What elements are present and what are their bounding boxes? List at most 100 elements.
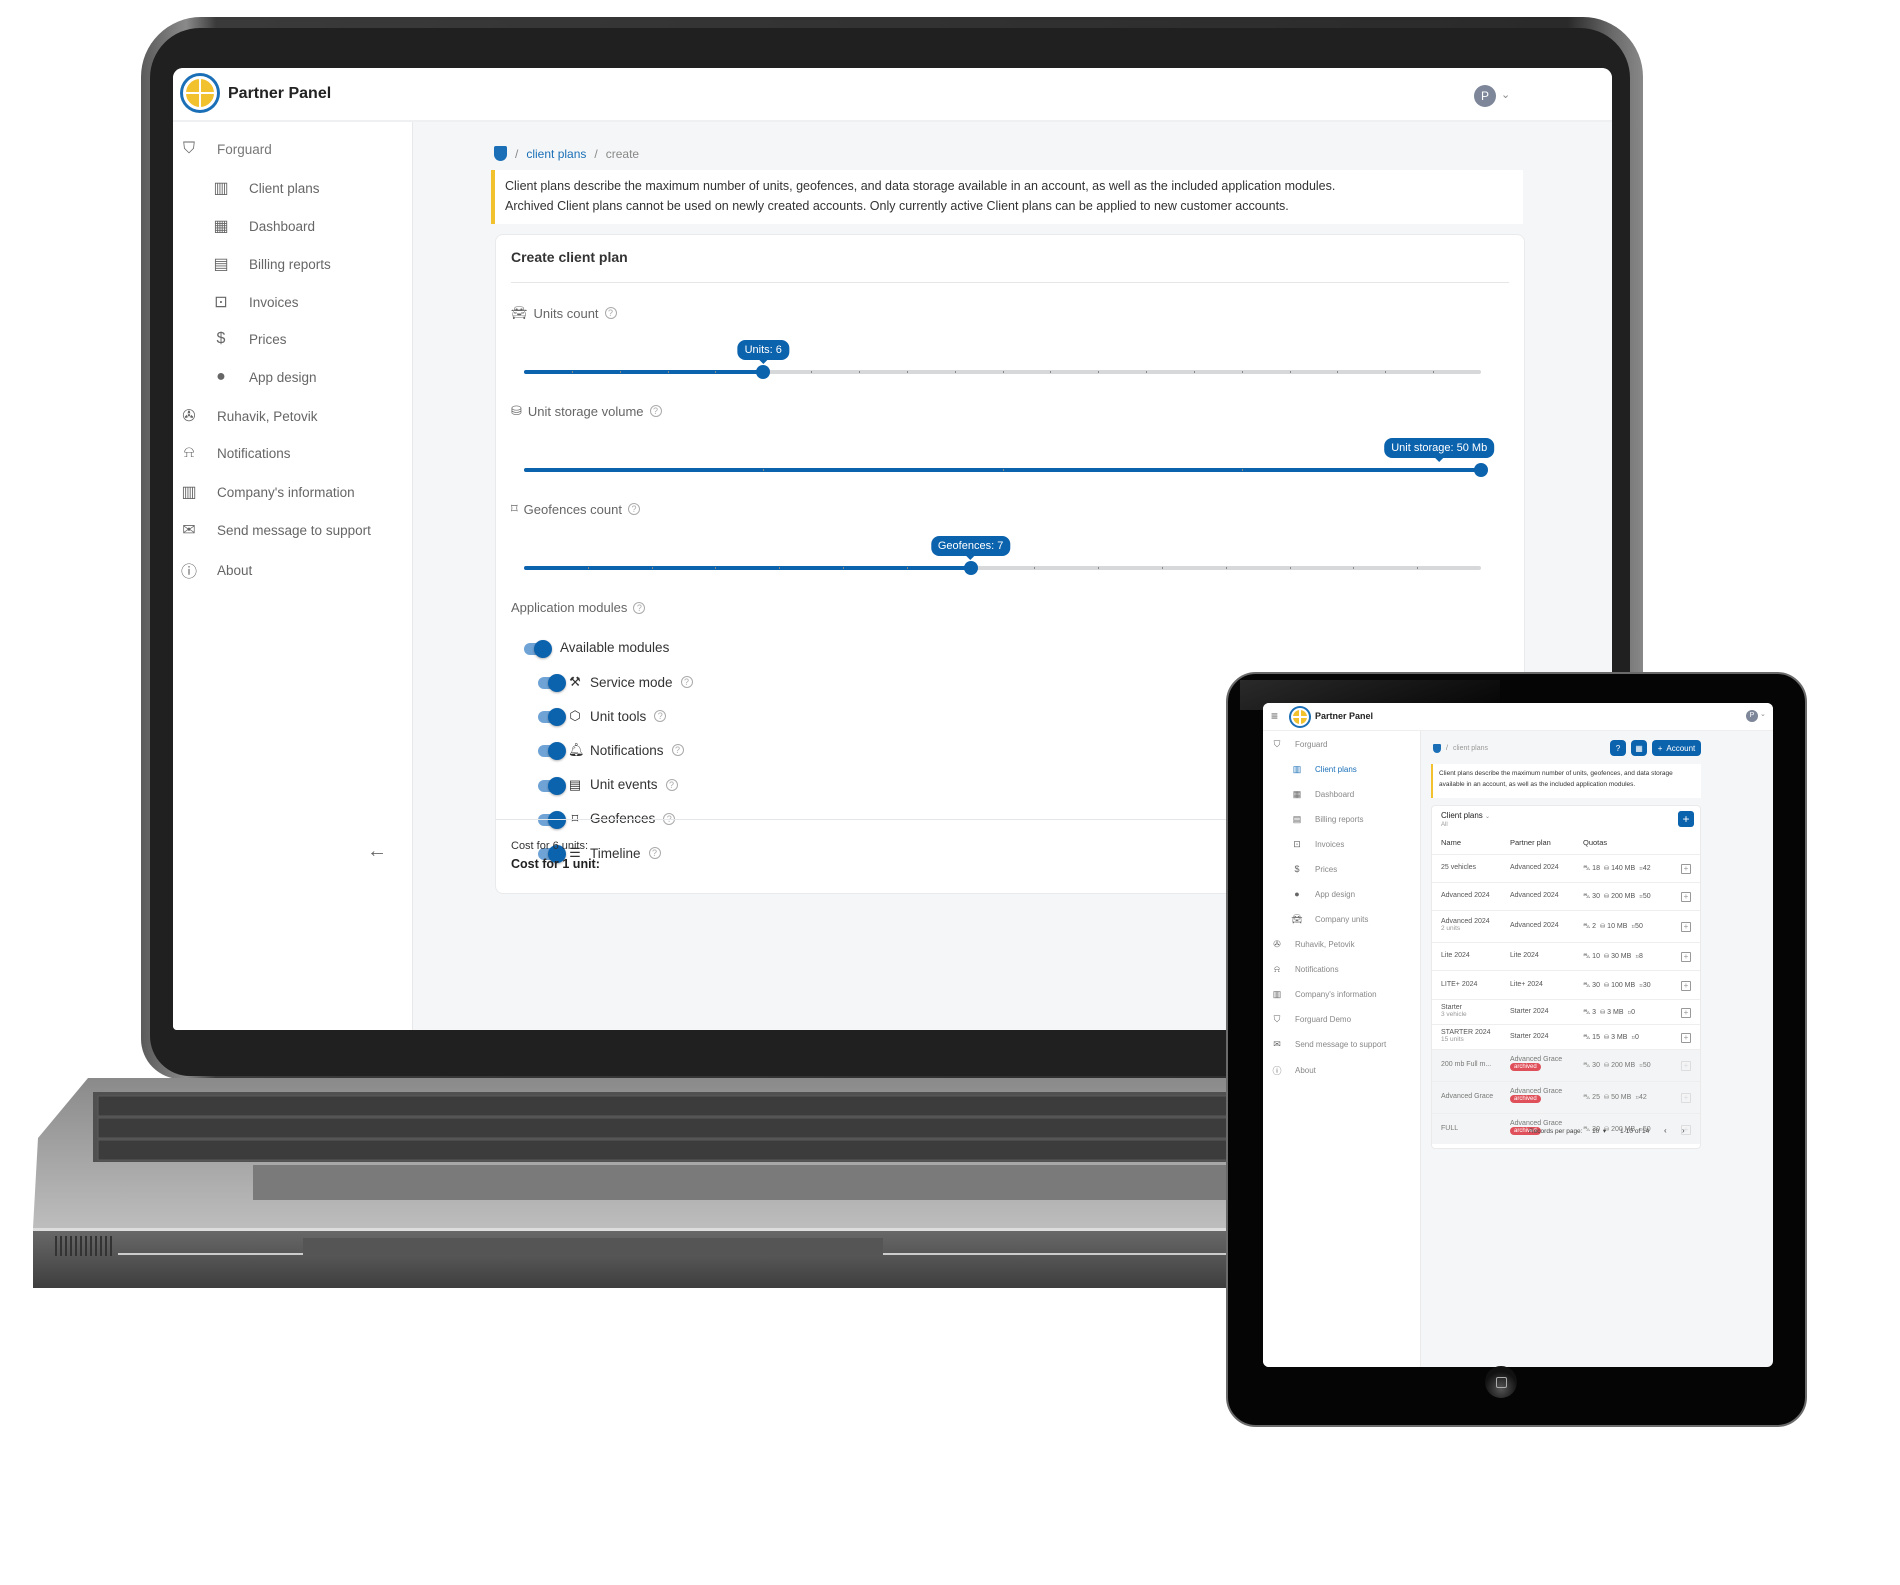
user-avatar[interactable]: P xyxy=(1474,85,1496,107)
sidebar-item-client-plans[interactable]: ▥ Client plans xyxy=(211,178,319,198)
sidebar-item-forguard-demo[interactable]: ⛉ Forguard Demo xyxy=(1271,1014,1351,1025)
cell-quotas: ⛍ 25 ⛁ 50 MB ⌑42 xyxy=(1583,1093,1647,1102)
help-icon[interactable]: ? xyxy=(648,847,661,859)
user-avatar[interactable]: P xyxy=(1746,710,1758,722)
slider-thumb[interactable] xyxy=(963,561,978,575)
module-toggle-unit-tools[interactable] xyxy=(538,708,566,727)
slider-thumb[interactable] xyxy=(1474,463,1488,477)
module-toggle-unit-events[interactable] xyxy=(538,776,566,795)
add-account-button[interactable]: + Account xyxy=(1652,740,1701,756)
duplicate-plan-icon[interactable]: + xyxy=(1681,980,1691,991)
hamburger-menu-icon[interactable]: ≡ xyxy=(1271,709,1278,723)
help-icon[interactable]: ? xyxy=(671,744,684,757)
cell-partner-plan: Starter 2024 xyxy=(1510,1008,1549,1015)
next-page-chevron-right-icon[interactable]: › xyxy=(1682,1126,1685,1135)
duplicate-plan-icon[interactable]: + xyxy=(1681,922,1691,932)
sidebar-item-label: Invoices xyxy=(1315,840,1345,849)
module-toggle-service-mode[interactable] xyxy=(538,674,566,692)
table-row[interactable]: Lite 2024 Lite 2024 ⛍ 10 ⛁ 30 MB ⌑8 + xyxy=(1432,942,1700,970)
breadcrumb-client-plans-link[interactable]: client plans xyxy=(526,147,586,161)
sidebar-item-company-s-information[interactable]: ▥ Company's information xyxy=(1271,989,1377,1000)
home-shield-icon[interactable] xyxy=(494,146,507,161)
help-icon[interactable]: ? xyxy=(649,405,662,417)
duplicate-plan-icon[interactable]: + xyxy=(1681,1007,1691,1018)
help-icon[interactable]: ? xyxy=(680,676,693,688)
sidebar-item-company-units[interactable]: 🚘︎ Company units xyxy=(1291,914,1368,925)
module-label: Notifications xyxy=(590,742,664,758)
chevron-down-icon[interactable]: ⌄ xyxy=(1501,88,1510,101)
table-row[interactable]: LITE+ 2024 Lite+ 2024 ⛍ 30 ⛁ 100 MB ⌑30 + xyxy=(1432,970,1700,999)
records-per-page-label: Records per page: xyxy=(1529,1128,1583,1135)
sidebar-item-app-design[interactable]: ● App design xyxy=(211,368,316,386)
table-title[interactable]: Client plans ⌄ xyxy=(1441,811,1490,820)
storage-volume-slider[interactable]: Unit storage: 50 Mb xyxy=(524,438,1495,477)
geofences-quota: 50 xyxy=(1642,1062,1651,1069)
sidebar-item-ruhavik-petovik[interactable]: ✇ Ruhavik, Petovik xyxy=(1271,939,1354,950)
chevron-down-icon[interactable]: ⌄ xyxy=(1760,710,1766,718)
sidebar-item-invoices[interactable]: ⊡ Invoices xyxy=(1291,839,1344,850)
dashboard-button[interactable]: ▦ xyxy=(1631,740,1647,756)
help-icon[interactable]: ? xyxy=(627,503,640,515)
sidebar-item-billing-reports[interactable]: ▤ Billing reports xyxy=(1291,814,1364,825)
slider-tick xyxy=(763,469,765,471)
sidebar-item-dashboard[interactable]: ▦ Dashboard xyxy=(1291,789,1354,800)
sidebar-item-forguard[interactable]: ⛉ Forguard xyxy=(179,140,272,158)
sidebar-item-about[interactable]: ⓘ About xyxy=(179,558,252,582)
help-icon[interactable]: ? xyxy=(604,307,617,319)
collapse-sidebar-arrow-left-icon[interactable]: ← xyxy=(367,840,387,863)
duplicate-plan-icon[interactable]: + xyxy=(1681,892,1691,902)
duplicate-plan-icon[interactable]: + xyxy=(1681,1032,1691,1043)
geofences-count-slider[interactable]: Geofences: 7 xyxy=(524,536,1481,575)
sidebar-item-company-information[interactable]: ▥ Company's information xyxy=(179,482,354,502)
sidebar-item-invoices[interactable]: ⊡ Invoices xyxy=(211,292,298,312)
sidebar-item-app-design[interactable]: ● App design xyxy=(1291,889,1355,899)
slider-tick xyxy=(1353,567,1355,569)
storage-quota: 200 MB xyxy=(1611,1062,1636,1069)
sidebar-item-ruhavik-petovik[interactable]: ✇ Ruhavik, Petovik xyxy=(179,406,317,426)
sidebar-item-notifications[interactable]: ⍾ Notifications xyxy=(179,444,291,462)
available-modules-toggle[interactable] xyxy=(524,640,552,658)
duplicate-plan-icon[interactable]: + xyxy=(1681,952,1691,962)
sidebar-item-forguard[interactable]: ⛉ Forguard xyxy=(1271,739,1328,750)
column-header-name[interactable]: Name xyxy=(1441,838,1461,847)
help-button[interactable]: ? xyxy=(1610,740,1626,756)
car-icon: ⛍ xyxy=(1583,893,1591,900)
duplicate-plan-icon[interactable]: + xyxy=(1681,864,1691,874)
tablet-home-button[interactable] xyxy=(1485,1366,1517,1398)
building-icon: ▥ xyxy=(1272,989,1282,999)
table-row[interactable]: Advanced Grace Advanced Grace archived ⛍ 25… xyxy=(1432,1081,1700,1113)
add-plan-button[interactable]: + xyxy=(1678,811,1694,827)
records-per-page-select[interactable]: 10 ▾ xyxy=(1592,1127,1606,1135)
table-row[interactable]: Starter 3 vehicle Starter 2024 ⛍ 3 ⛁ 3 MB ⌑… xyxy=(1432,999,1700,1024)
slider-thumb[interactable] xyxy=(756,365,771,379)
prev-page-chevron-left-icon[interactable]: ‹ xyxy=(1664,1126,1667,1135)
help-icon[interactable]: ? xyxy=(665,778,678,791)
table-row[interactable]: 200 mb Full m... Advanced Grace archived ⛍ … xyxy=(1432,1049,1700,1081)
table-row[interactable]: Advanced 2024 2 units Advanced 2024 ⛍ 2 ⛁ 1… xyxy=(1432,910,1700,942)
sidebar-item-client-plans[interactable]: ▥ Client plans xyxy=(1291,764,1357,775)
module-toggle-notifications[interactable] xyxy=(538,742,566,761)
sidebar-item-about[interactable]: ⓘ About xyxy=(1271,1064,1315,1077)
help-icon[interactable]: ? xyxy=(633,601,646,614)
slider-tick xyxy=(587,567,589,569)
sidebar-item-billing-reports[interactable]: ▤ Billing reports xyxy=(211,254,330,274)
slider-tick xyxy=(1002,371,1004,373)
module-item: ⬡ Unit tools? xyxy=(568,708,667,724)
table-row[interactable]: STARTER 2024 15 units Starter 2024 ⛍ 15 ⛁ 3… xyxy=(1432,1024,1700,1049)
column-header-quotas[interactable]: Quotas xyxy=(1583,838,1607,847)
home-shield-icon[interactable] xyxy=(1433,744,1441,753)
sidebar-item-notifications[interactable]: ⍾ Notifications xyxy=(1271,964,1339,975)
help-icon[interactable]: ? xyxy=(654,710,667,723)
sidebar-item-prices[interactable]: $ Prices xyxy=(1291,864,1337,874)
application-modules-label: Application modules? xyxy=(511,600,646,615)
grid-icon: ▦ xyxy=(1635,743,1643,753)
sidebar-item-send-message[interactable]: ✉ Send message to support xyxy=(179,520,371,540)
table-row[interactable]: 25 vehicles Advanced 2024 ⛍ 18 ⛁ 140 MB ⌑4… xyxy=(1432,854,1700,882)
slider-fill xyxy=(524,370,764,374)
column-header-partner-plan[interactable]: Partner plan xyxy=(1510,838,1551,847)
units-count-slider[interactable]: Units: 6 xyxy=(524,340,1481,379)
sidebar-item-prices[interactable]: $ Prices xyxy=(211,330,287,348)
table-row[interactable]: Advanced 2024 Advanced 2024 ⛍ 30 ⛁ 200 MB … xyxy=(1432,882,1700,910)
sidebar-item-send-message-to-support[interactable]: ✉ Send message to support xyxy=(1271,1039,1386,1050)
sidebar-item-dashboard[interactable]: ▦ Dashboard xyxy=(211,216,315,236)
